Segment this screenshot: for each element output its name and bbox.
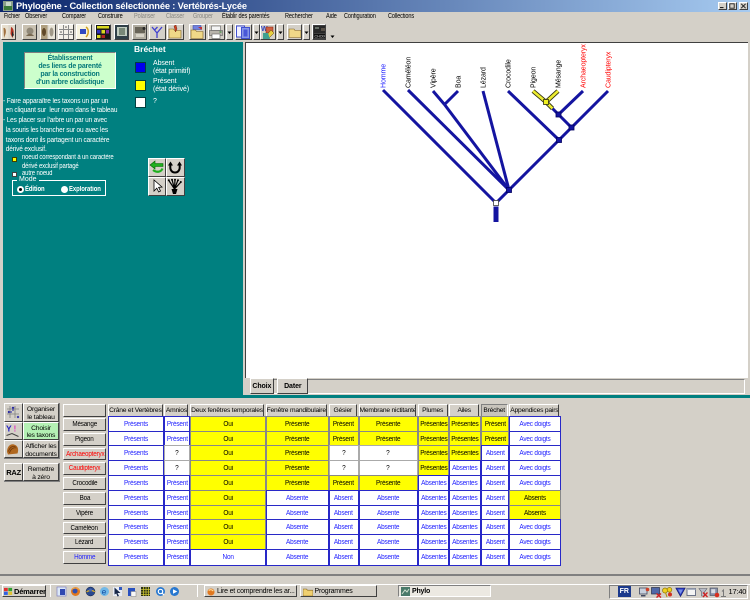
svg-text:Pigeon: Pigeon: [531, 67, 538, 88]
svg-text:CHOIX: CHOIX: [315, 35, 327, 39]
svg-text:Caudipteryx: Caudipteryx: [606, 51, 613, 88]
svg-text:Caméléon: Caméléon: [406, 57, 413, 88]
svg-text:Y: Y: [6, 423, 12, 433]
svg-text:Lézard: Lézard: [481, 67, 488, 88]
svg-text:!: !: [14, 423, 17, 433]
svg-text:Crocodile: Crocodile: [506, 59, 513, 88]
svg-text:Archaeopteryx: Archaeopteryx: [581, 44, 588, 88]
svg-text:Boa: Boa: [456, 76, 463, 88]
svg-text:Vipère: Vipère: [431, 68, 438, 88]
svg-text:Homme: Homme: [381, 64, 388, 88]
svg-text:e: e: [102, 588, 107, 597]
svg-text:Mésange: Mésange: [556, 60, 563, 88]
